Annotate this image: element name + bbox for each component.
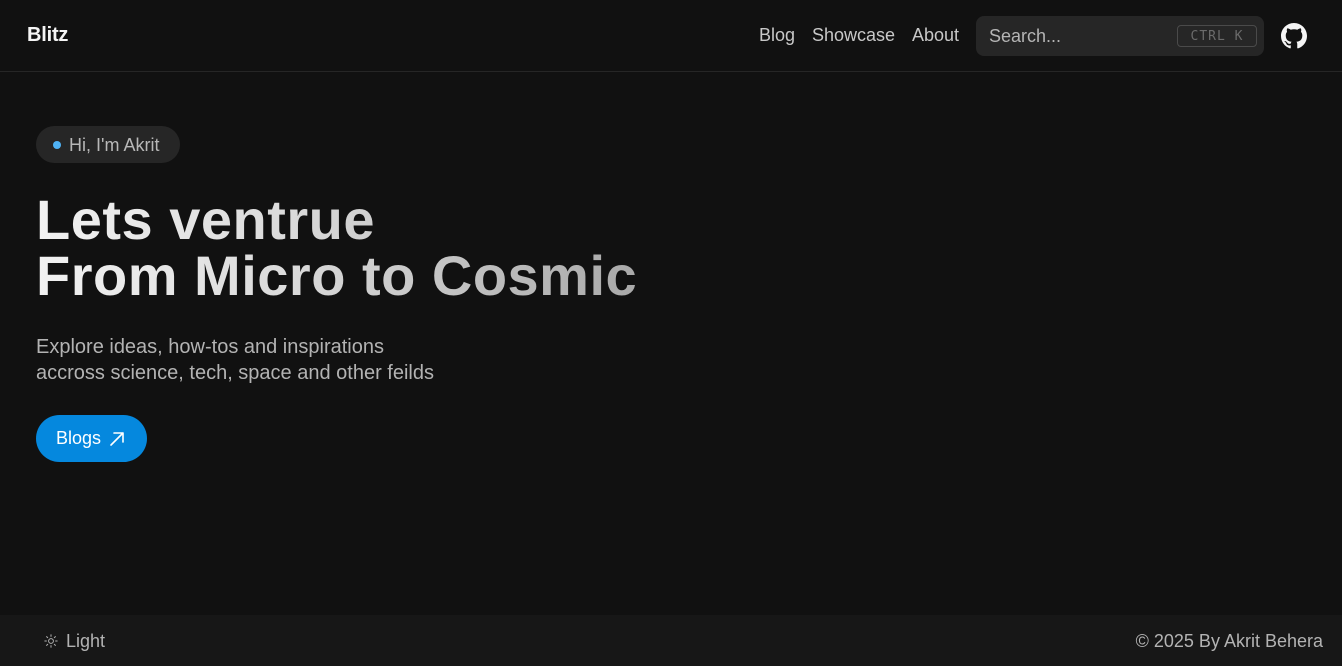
search-placeholder: Search... xyxy=(989,26,1062,46)
intro-badge-label: Hi, I'm Akrit xyxy=(69,135,160,155)
blogs-button[interactable]: Blogs xyxy=(36,415,147,462)
brand-logo[interactable]: Blitz xyxy=(27,24,68,47)
copyright-text: © 2025 By Akrit Behera xyxy=(1135,631,1323,651)
hero-headline: Lets ventrue From Micro to Cosmic xyxy=(36,192,637,304)
hero-subtitle-line-2: accross science, tech, space and other f… xyxy=(36,362,434,384)
github-icon[interactable] xyxy=(1281,23,1307,49)
status-dot-icon xyxy=(53,141,61,149)
footer: Light © 2025 By Akrit Behera xyxy=(0,615,1342,666)
top-header: Blitz Blog Showcase About Search... CTRL… xyxy=(0,0,1342,72)
nav-blog-link[interactable]: Blog xyxy=(759,25,795,46)
nav-showcase-link[interactable]: Showcase xyxy=(812,25,895,46)
nav-about-link[interactable]: About xyxy=(912,25,959,46)
page: Blitz Blog Showcase About Search... CTRL… xyxy=(0,0,1342,666)
sun-icon xyxy=(44,634,58,648)
hero-subtitle: Explore ideas, how-tos and inspirations … xyxy=(36,334,434,386)
intro-badge: Hi, I'm Akrit xyxy=(36,126,180,163)
search-shortcut-hint: CTRL K xyxy=(1177,25,1257,47)
hero-headline-line-2: From Micro to Cosmic xyxy=(36,244,638,307)
blogs-button-label: Blogs xyxy=(56,428,102,448)
arrow-up-right-icon xyxy=(110,432,124,446)
hero-headline-line-1: Lets ventrue xyxy=(36,188,375,251)
search-input[interactable]: Search... CTRL K xyxy=(976,16,1264,56)
hero-subtitle-line-1: Explore ideas, how-tos and inspirations xyxy=(36,336,384,358)
theme-toggle-label: Light xyxy=(66,631,106,651)
